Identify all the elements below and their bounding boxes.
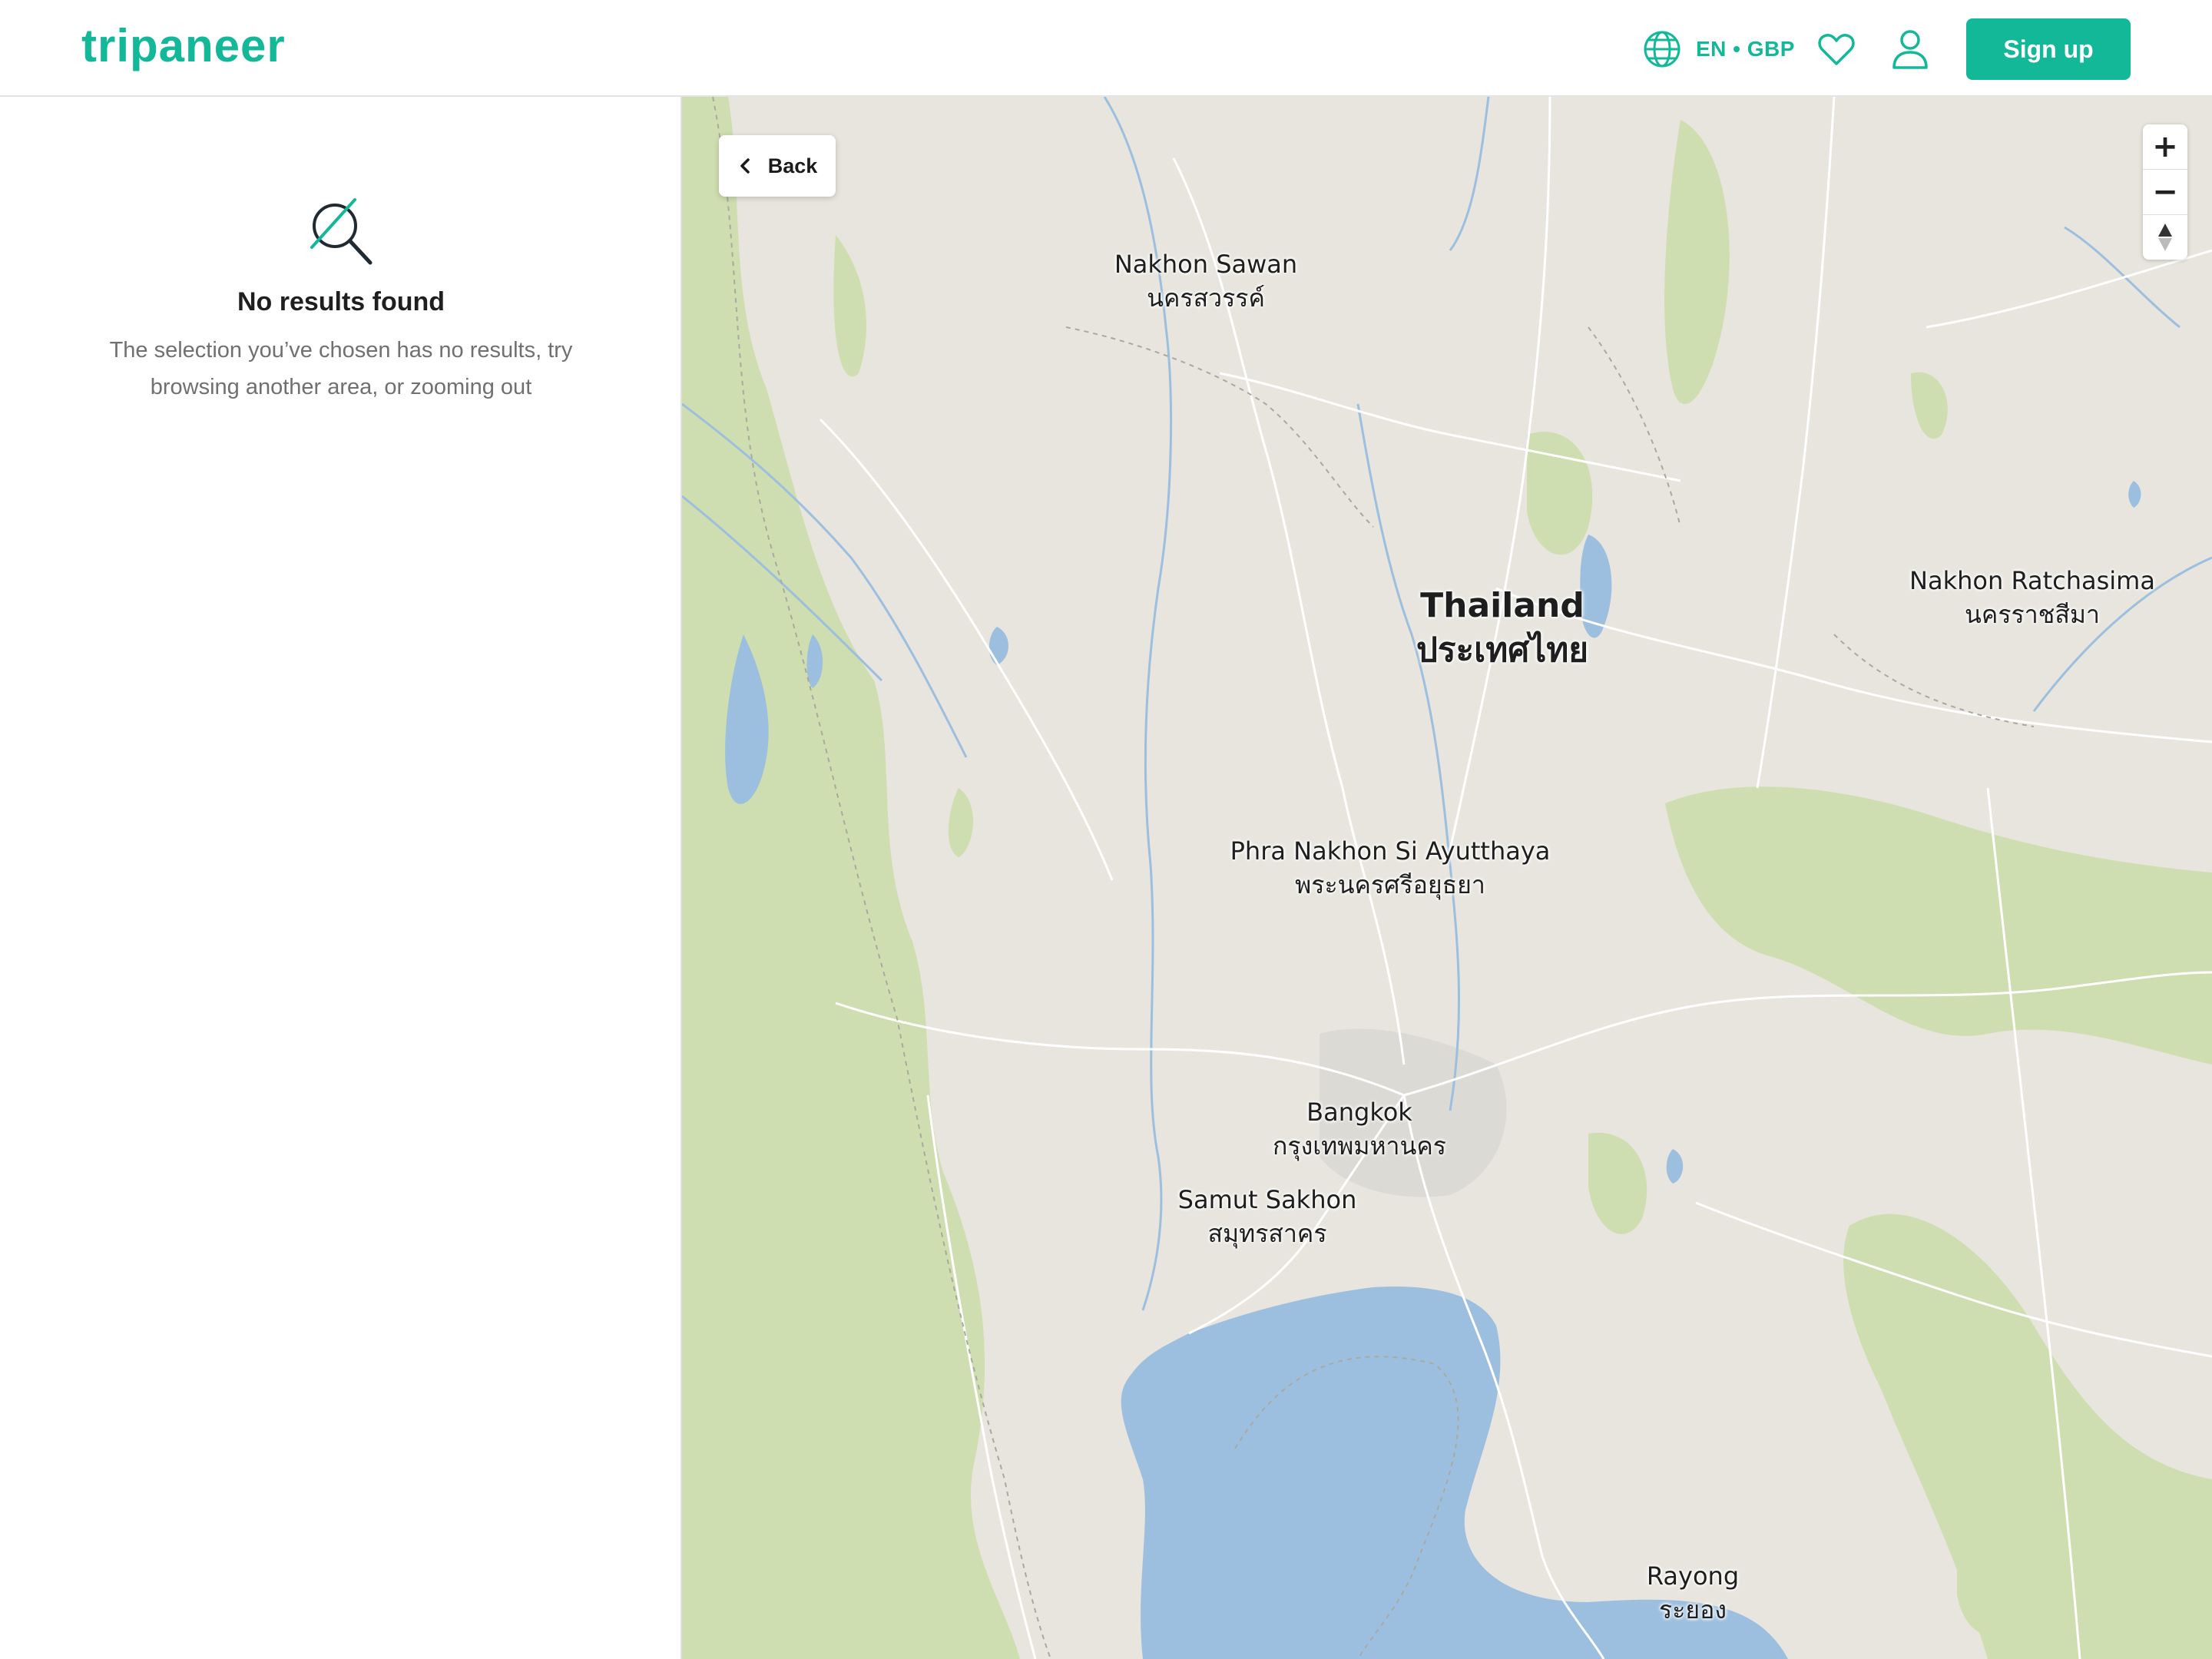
zoom-out-button[interactable]: −: [2143, 170, 2187, 215]
user-icon[interactable]: [1890, 28, 1930, 71]
place-name-local: กรุงเทพมหานคร: [1273, 1131, 1446, 1161]
chevron-left-icon: [740, 158, 750, 174]
language-currency-selector[interactable]: EN • GBP: [1642, 29, 1795, 69]
place-name: Nakhon Ratchasima: [1909, 566, 2155, 595]
language-currency-label: EN • GBP: [1696, 37, 1795, 61]
compass-reset-button[interactable]: [2143, 215, 2187, 260]
place-name: Rayong: [1646, 1561, 1740, 1591]
place-label-nakhon-ratchasima: Nakhon Ratchasima นครราชสีมา: [1909, 564, 2155, 631]
map-zoom-controls: + −: [2143, 124, 2187, 260]
place-name-local: สมุทรสาคร: [1207, 1219, 1327, 1248]
place-name-local: ระยอง: [1659, 1595, 1727, 1624]
top-header: tripaneer EN • GBP Sign up: [0, 0, 2212, 97]
no-results-search-icon: [310, 198, 373, 265]
no-results-message: The selection you’ve chosen has no resul…: [109, 338, 573, 399]
zoom-in-button[interactable]: +: [2143, 124, 2187, 170]
place-name: Samut Sakhon: [1177, 1185, 1357, 1214]
place-label-nakhon-sawan: Nakhon Sawan นครสวรรค์: [1114, 247, 1297, 315]
place-label-ayutthaya: Phra Nakhon Si Ayutthaya พระนครศรีอยุธยา: [1230, 834, 1551, 902]
logo[interactable]: tripaneer: [81, 18, 286, 74]
place-name: Phra Nakhon Si Ayutthaya: [1230, 836, 1551, 866]
place-name-local: นครราชสีมา: [1965, 600, 2100, 629]
place-name: Nakhon Sawan: [1114, 250, 1298, 279]
signup-button[interactable]: Sign up: [1966, 18, 2131, 80]
country-name-local: ประเทศไทย: [1416, 631, 1589, 670]
compass-icon: [2158, 224, 2172, 251]
country-name: Thailand: [1420, 586, 1584, 625]
map-view[interactable]: Nakhon Sawan นครสวรรค์ Thailand ประเทศไท…: [682, 97, 2212, 1659]
place-label-bangkok: Bangkok กรุงเทพมหานคร: [1273, 1095, 1446, 1163]
country-label-thailand: Thailand ประเทศไทย: [1416, 584, 1588, 673]
place-label-samut-sakhon: Samut Sakhon สมุทรสาคร: [1178, 1183, 1357, 1250]
heart-icon[interactable]: [1816, 29, 1856, 69]
place-name: Bangkok: [1306, 1098, 1412, 1127]
back-button[interactable]: Back: [719, 135, 836, 197]
place-name-local: นครสวรรค์: [1147, 283, 1265, 313]
place-name-local: พระนครศรีอยุธยา: [1295, 870, 1485, 899]
place-label-rayong: Rayong ระยอง: [1647, 1559, 1739, 1627]
no-results-title: No results found: [237, 287, 445, 316]
results-panel: No results found The selection you’ve ch…: [0, 97, 682, 1659]
back-label: Back: [767, 154, 818, 177]
globe-icon: [1644, 31, 1681, 68]
